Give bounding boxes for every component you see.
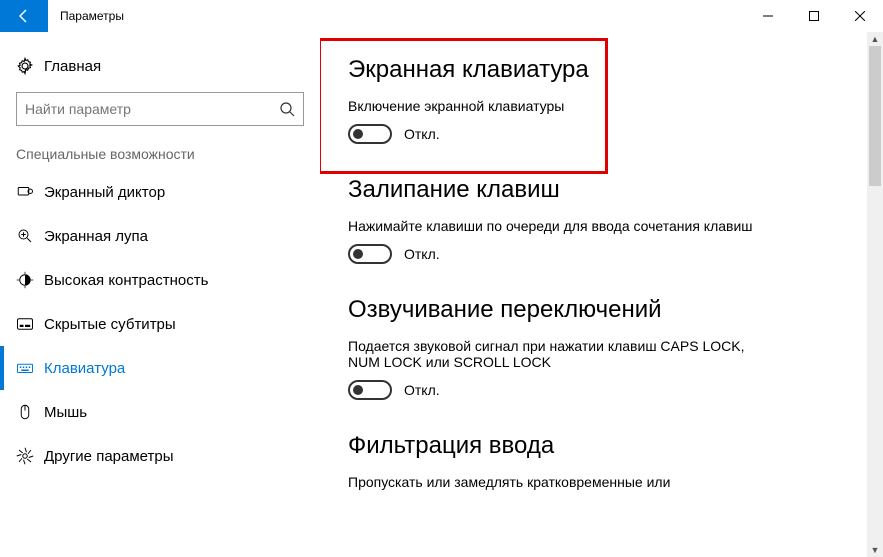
section-subtitle: Нажимайте клавиши по очереди для ввода с… [348, 218, 843, 234]
vertical-scrollbar[interactable]: ▲ ▼ [867, 32, 883, 557]
sidebar-item-label: Высокая контрастность [44, 272, 208, 289]
section-title: Озвучивание переключений [348, 296, 843, 324]
search-icon [279, 101, 295, 117]
maximize-button[interactable] [791, 0, 837, 32]
sidebar-item-contrast[interactable]: Высокая контрастность [0, 258, 320, 302]
narrator-icon [16, 183, 44, 201]
sidebar-item-magnifier[interactable]: Экранная лупа [0, 214, 320, 258]
sidebar-item-captions[interactable]: Скрытые субтитры [0, 302, 320, 346]
section-toggle-keys: Озвучивание переключений Подается звуков… [348, 296, 843, 400]
search-input[interactable] [16, 92, 304, 126]
sidebar-home-label: Главная [44, 58, 101, 75]
toggle-label: Откл. [404, 126, 440, 142]
section-onscreen-keyboard: Экранная клавиатура Включение экранной к… [348, 56, 843, 144]
section-filter-keys: Фильтрация ввода Пропускать или замедлят… [348, 432, 843, 490]
sidebar-item-label: Мышь [44, 404, 87, 421]
sidebar: Главная Специальные возможности Экранный… [0, 32, 320, 557]
section-title: Залипание клавиш [348, 176, 843, 204]
toggle-onscreen-keyboard[interactable] [348, 124, 392, 144]
toggle-toggle-keys[interactable] [348, 380, 392, 400]
toggle-label: Откл. [404, 382, 440, 398]
search-field[interactable] [25, 101, 279, 117]
section-subtitle: Подается звуковой сигнал при нажатии кла… [348, 338, 768, 370]
section-title: Экранная клавиатура [348, 56, 843, 84]
sidebar-item-label: Другие параметры [44, 448, 174, 465]
toggle-sticky-keys[interactable] [348, 244, 392, 264]
captions-icon [16, 315, 44, 333]
section-title: Фильтрация ввода [348, 432, 843, 460]
section-subtitle: Пропускать или замедлять кратковременные… [348, 474, 843, 490]
section-sticky-keys: Залипание клавиш Нажимайте клавиши по оч… [348, 176, 843, 264]
sidebar-item-label: Экранный диктор [44, 184, 165, 201]
sidebar-item-mouse[interactable]: Мышь [0, 390, 320, 434]
scroll-up-icon[interactable]: ▲ [867, 32, 883, 46]
sidebar-category: Специальные возможности [0, 134, 320, 170]
other-icon [16, 447, 44, 465]
sidebar-home[interactable]: Главная [0, 44, 320, 88]
mouse-icon [16, 403, 44, 421]
magnifier-icon [16, 227, 44, 245]
gear-icon [16, 57, 44, 75]
sidebar-item-keyboard[interactable]: Клавиатура [0, 346, 320, 390]
sidebar-item-label: Клавиатура [44, 360, 125, 377]
sidebar-item-label: Скрытые субтитры [44, 316, 176, 333]
sidebar-item-other[interactable]: Другие параметры [0, 434, 320, 478]
contrast-icon [16, 271, 44, 289]
main-content: Экранная клавиатура Включение экранной к… [320, 32, 883, 557]
back-button[interactable] [0, 0, 48, 32]
close-button[interactable] [837, 0, 883, 32]
minimize-button[interactable] [745, 0, 791, 32]
window-title: Параметры [48, 0, 745, 32]
sidebar-item-narrator[interactable]: Экранный диктор [0, 170, 320, 214]
scroll-thumb[interactable] [869, 46, 881, 186]
scroll-down-icon[interactable]: ▼ [867, 543, 883, 557]
section-subtitle: Включение экранной клавиатуры [348, 98, 843, 114]
keyboard-icon [16, 359, 44, 377]
toggle-label: Откл. [404, 246, 440, 262]
sidebar-item-label: Экранная лупа [44, 228, 148, 245]
